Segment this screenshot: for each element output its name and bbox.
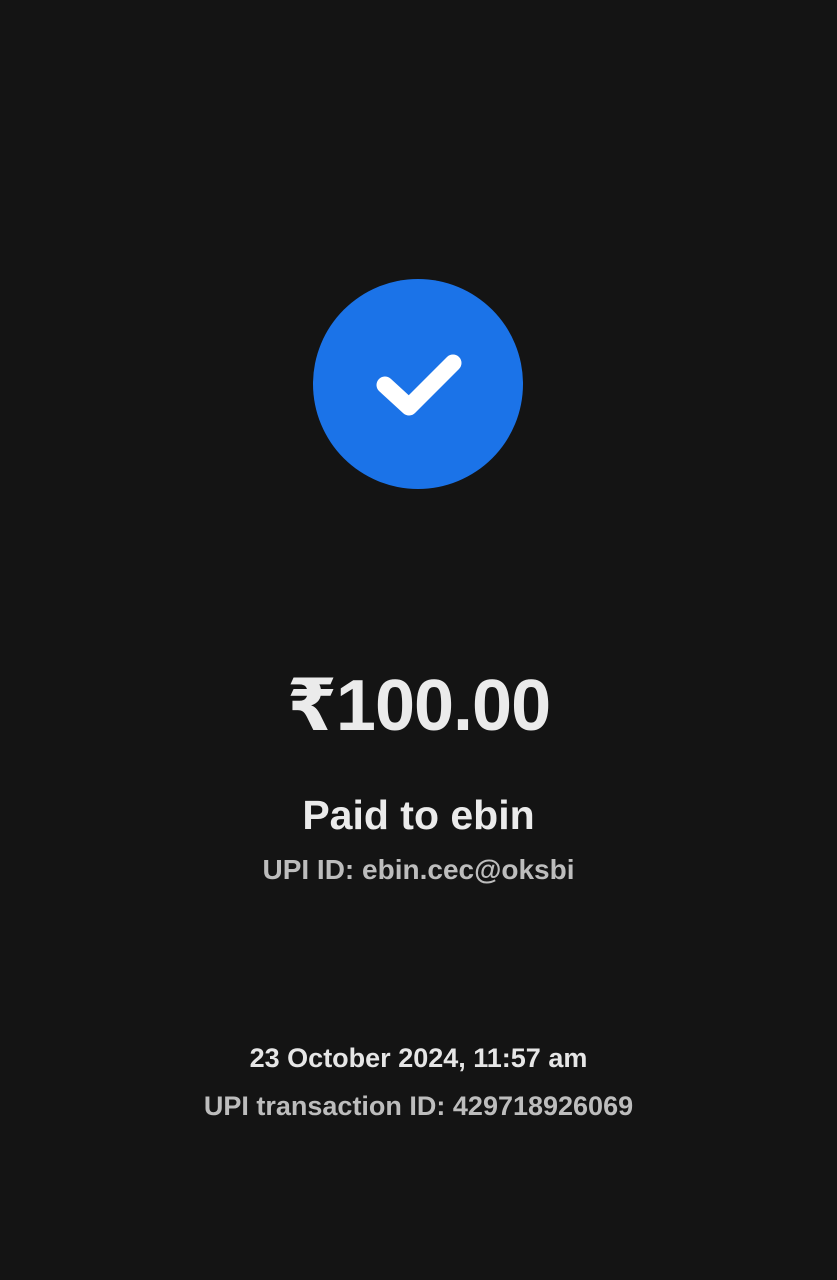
payment-amount: ₹100.00: [286, 666, 551, 746]
payee-upi-id: UPI ID: ebin.cec@oksbi: [262, 854, 575, 885]
payee-name: Paid to ebin: [302, 792, 535, 838]
transaction-datetime: 23 October 2024, 11:57 am: [249, 1043, 588, 1073]
payment-success-screen: ₹100.00 Paid to ebin UPI ID: ebin.cec@ok…: [0, 0, 837, 1280]
success-badge: [313, 279, 523, 489]
upi-transaction-id: UPI transaction ID: 429718926069: [203, 1091, 634, 1121]
check-icon: [376, 354, 462, 416]
